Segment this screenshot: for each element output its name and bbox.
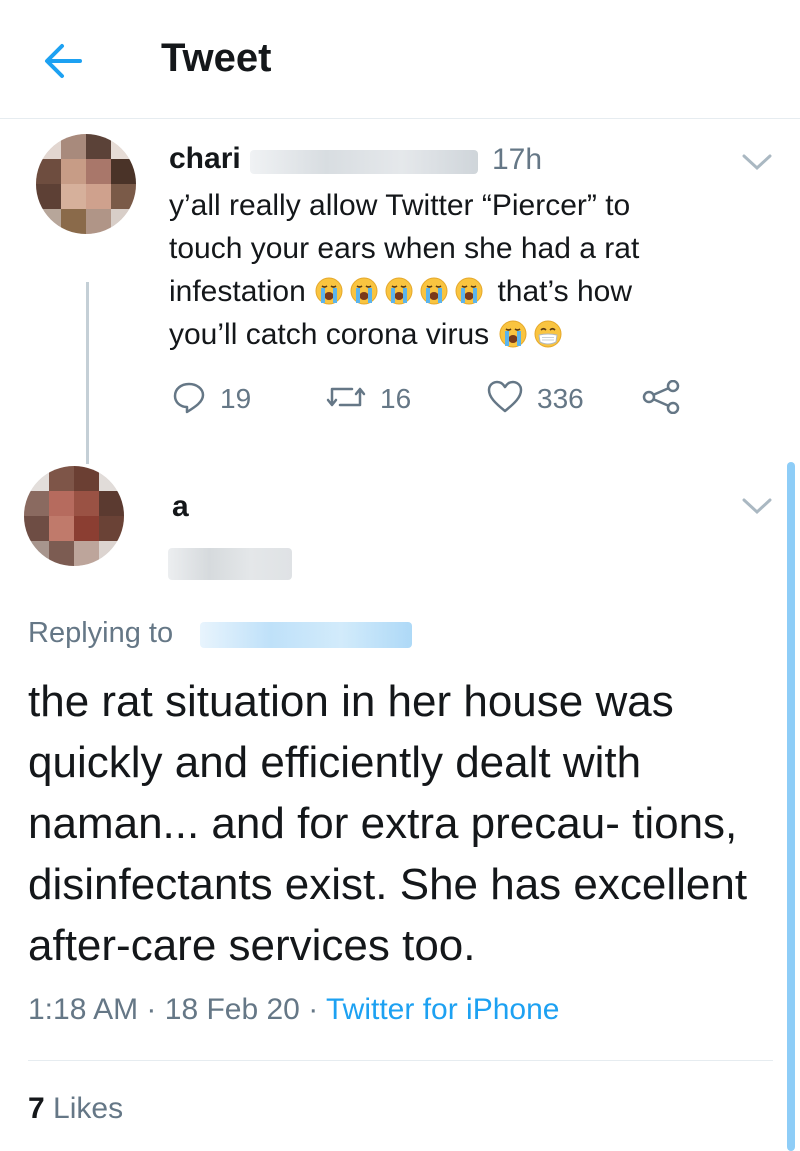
separator: ·: [146, 993, 157, 1026]
likes-summary[interactable]: 7 Likes: [28, 1092, 123, 1126]
separator: ·: [308, 993, 319, 1026]
tweet-text-line: infestation: [169, 275, 306, 308]
like-count: 336: [537, 383, 584, 414]
likes-label: Likes: [53, 1092, 124, 1125]
tweet-time: 17h: [492, 143, 543, 176]
tweet-meta: 1:18 AM · 18 Feb 20 · Twitter for iPhone: [28, 993, 559, 1027]
blurred-username: [250, 150, 478, 174]
tweet-text-line: y’all really allow Twitter “Piercer” to: [169, 189, 631, 222]
back-arrow-icon[interactable]: [40, 38, 86, 84]
tweet-text-line: touch your ears when she had a rat: [169, 232, 640, 265]
blurred-mention[interactable]: [200, 622, 412, 648]
tweet-text: y’all really allow Twitter “Piercer” to …: [169, 184, 739, 356]
share-icon: [642, 379, 682, 419]
tweet-text-line: that’s how: [497, 275, 632, 308]
loudly-crying-face-icon: [349, 276, 379, 306]
face-with-medical-mask-icon: [533, 319, 563, 349]
tweet-text-line: you’ll catch corona virus: [169, 318, 490, 351]
avatar[interactable]: [24, 466, 124, 566]
timestamp: 1:18 AM: [28, 993, 139, 1026]
retweet-count: 16: [380, 383, 412, 414]
loudly-crying-face-icon: [314, 276, 344, 306]
share-button[interactable]: [642, 379, 682, 419]
reply-button[interactable]: 19: [172, 379, 251, 419]
loudly-crying-face-icon: [384, 276, 414, 306]
chevron-down-icon[interactable]: [740, 150, 774, 174]
divider: [28, 1060, 773, 1061]
author-name[interactable]: chari: [169, 142, 241, 176]
retweet-button[interactable]: 16: [326, 379, 411, 419]
loudly-crying-face-icon: [419, 276, 449, 306]
like-button[interactable]: 336: [487, 379, 584, 419]
avatar[interactable]: [36, 134, 136, 234]
loudly-crying-face-icon: [454, 276, 484, 306]
reply-icon: [172, 380, 206, 419]
top-bar: Tweet: [0, 0, 800, 119]
retweet-icon: [326, 382, 366, 417]
reply-count: 19: [220, 383, 252, 414]
reply-text: the rat situation in her house was quick…: [28, 677, 748, 970]
loudly-crying-face-icon: [498, 319, 528, 349]
chevron-down-icon[interactable]: [740, 494, 774, 518]
date: 18 Feb 20: [164, 993, 300, 1026]
scrollbar[interactable]: [787, 462, 795, 1151]
replying-to-label: Replying to: [28, 617, 174, 649]
source-link[interactable]: Twitter for iPhone: [326, 993, 559, 1026]
author-name[interactable]: a: [172, 490, 189, 524]
page-title: Tweet: [161, 36, 272, 80]
heart-icon: [487, 380, 523, 419]
likes-count: 7: [28, 1092, 45, 1125]
blurred-handle: [168, 548, 292, 580]
thread-line: [86, 282, 89, 464]
